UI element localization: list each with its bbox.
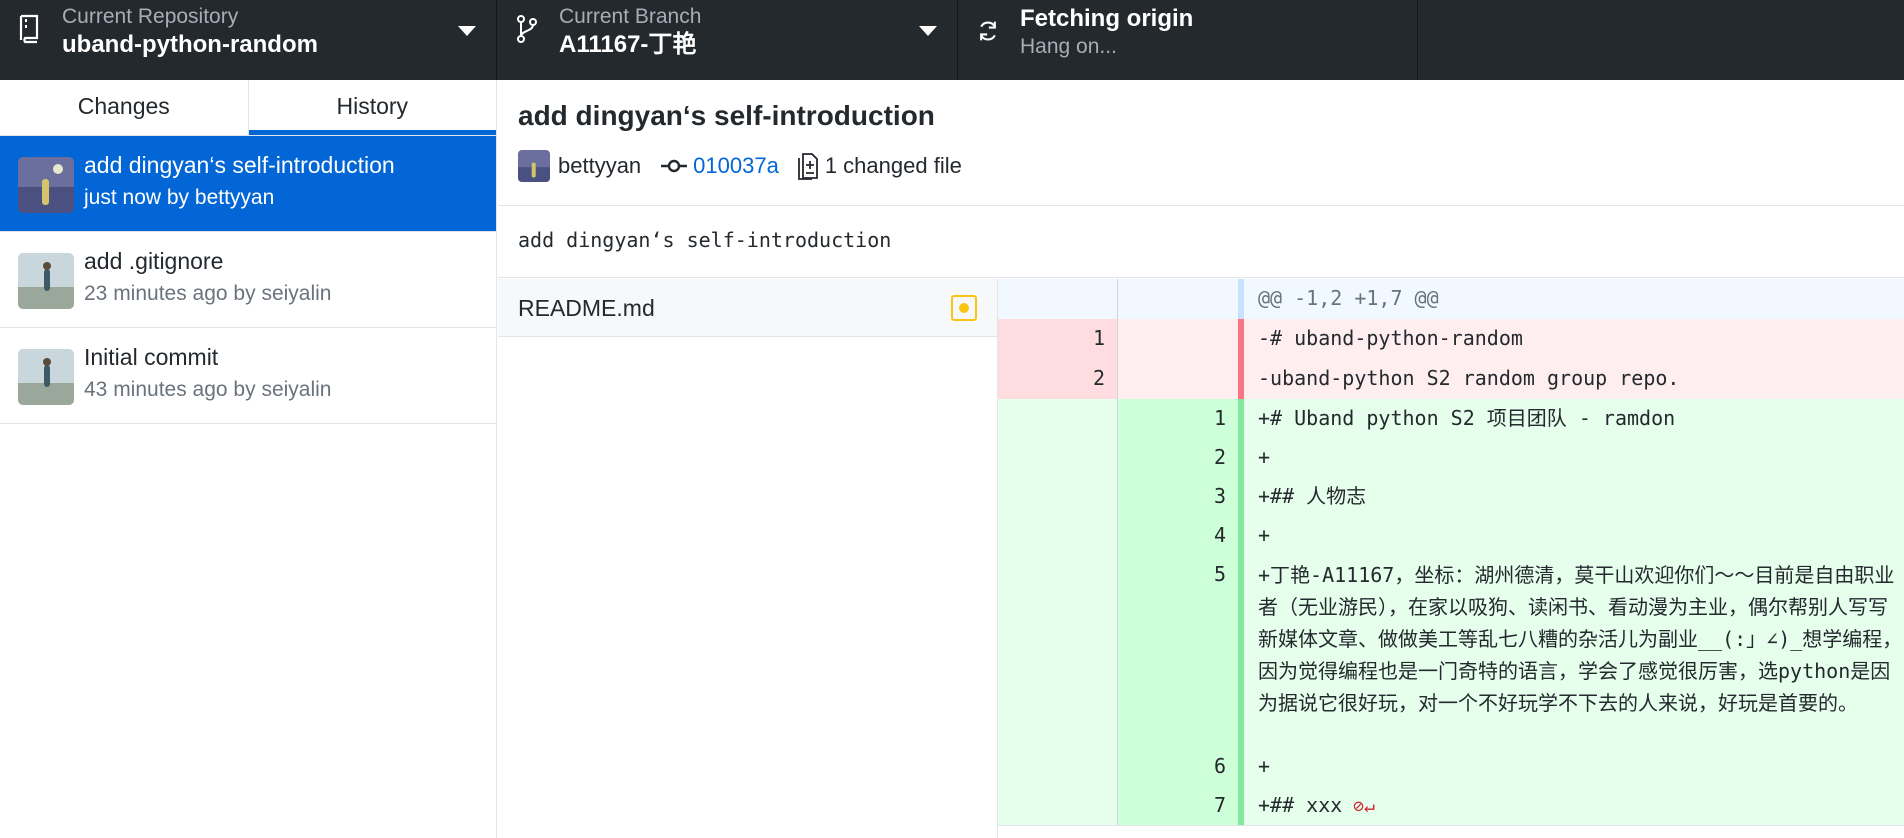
- diff-added-line: 2 +: [998, 438, 1904, 477]
- commit-meta: 23 minutes ago by seiyalin: [84, 282, 332, 305]
- commit-metadata: bettyyan 010037a 1 changed file: [518, 150, 962, 182]
- new-line-number: 3: [1118, 477, 1238, 516]
- file-list-item[interactable]: README.md: [498, 279, 997, 337]
- old-line-number: [998, 399, 1118, 438]
- line-text: +: [1238, 747, 1904, 786]
- old-line-number: [998, 555, 1118, 747]
- diff-added-line: 7 +## xxx ⊘↵: [998, 786, 1904, 825]
- diff-added-line: 5 +丁艳-A11167，坐标：湖州德清，莫干山欢迎你们～～目前是自由职业者（无…: [998, 555, 1904, 747]
- no-newline-icon: ⊘↵: [1342, 796, 1375, 817]
- commit-sha-link[interactable]: 010037a: [693, 151, 779, 181]
- modified-icon: [951, 295, 977, 321]
- old-line-number: 2: [998, 359, 1118, 399]
- old-line-number: 1: [998, 319, 1118, 359]
- file-diff-icon: [797, 153, 818, 180]
- diff-deleted-line: 1 -# uband-python-random: [998, 319, 1904, 359]
- old-line-number: [998, 438, 1118, 477]
- line-text: +丁艳-A11167，坐标：湖州德清，莫干山欢迎你们～～目前是自由职业者（无业游…: [1238, 555, 1904, 747]
- commit-title: add dingyan‘s self-introduction: [84, 152, 395, 178]
- line-text: +## xxx: [1258, 793, 1343, 817]
- commit-details-panel: add dingyan‘s self-introduction bettyyan…: [498, 80, 1904, 838]
- old-line-number: [998, 477, 1118, 516]
- commit-list-item[interactable]: add dingyan‘s self-introduction just now…: [0, 136, 496, 232]
- old-line-number: [998, 786, 1118, 825]
- new-line-number: 6: [1118, 747, 1238, 786]
- diff-view: @@ -1,2 +1,7 @@ 1 -# uband-python-random…: [998, 279, 1904, 838]
- commit-description: add dingyan‘s self-introduction: [498, 206, 1904, 278]
- commit-list-item[interactable]: Initial commit 43 minutes ago by seiyali…: [0, 328, 496, 424]
- file-name: README.md: [518, 295, 655, 321]
- new-line-number: 5: [1118, 555, 1238, 747]
- branch-name: A11167-丁艳: [559, 31, 697, 58]
- commit-icon: [661, 159, 688, 173]
- sidebar: Changes History add dingyan‘s self-intro…: [0, 80, 497, 838]
- app-toolbar: Current Repository uband-python-random C…: [0, 0, 1904, 80]
- avatar: [18, 157, 74, 213]
- tab-history[interactable]: History: [248, 80, 496, 135]
- new-line-number: 2: [1118, 438, 1238, 477]
- new-line-number: [1118, 359, 1238, 399]
- repository-selector[interactable]: Current Repository uband-python-random: [0, 0, 497, 80]
- fetch-title: Fetching origin: [1020, 5, 1194, 32]
- fetch-origin-button[interactable]: Fetching origin Hang on...: [958, 0, 1418, 80]
- line-text: +## 人物志: [1238, 477, 1904, 516]
- commit-title: Initial commit: [84, 344, 219, 370]
- diff-deleted-line: 2 -uband-python S2 random group repo.: [998, 359, 1904, 399]
- fetch-text: Fetching origin Hang on...: [1020, 4, 1193, 60]
- new-line-number: 1: [1118, 399, 1238, 438]
- line-text: +# Uband python S2 项目团队 - ramdon: [1238, 399, 1904, 438]
- line-text: -# uband-python-random: [1238, 319, 1904, 359]
- repository-description: Current Repository: [62, 5, 239, 28]
- line-text: +: [1238, 516, 1904, 555]
- chevron-down-icon: [919, 26, 937, 36]
- hunk-text: @@ -1,2 +1,7 @@: [1238, 279, 1904, 319]
- commit-summary: add dingyan‘s self-introduction: [518, 100, 935, 131]
- avatar: [18, 253, 74, 309]
- new-line-number: [1118, 319, 1238, 359]
- commit-body: add dingyan‘s self-introduction: [518, 228, 892, 252]
- new-line-number: [1118, 279, 1238, 319]
- old-line-number: [998, 747, 1118, 786]
- branch-text: Current Branch A11167-丁艳: [559, 4, 701, 60]
- commit-meta: 43 minutes ago by seiyalin: [84, 378, 332, 401]
- diff-added-line: 4 +: [998, 516, 1904, 555]
- branch-description: Current Branch: [559, 5, 702, 28]
- avatar: [18, 349, 74, 405]
- line-with-eol-marker: +## xxx ⊘↵: [1238, 786, 1904, 825]
- sync-icon: [980, 21, 996, 41]
- branch-selector[interactable]: Current Branch A11167-丁艳: [497, 0, 958, 80]
- repo-icon: [19, 14, 39, 44]
- repository-name: uband-python-random: [62, 31, 318, 58]
- author-avatar: [518, 150, 550, 182]
- line-text: -uband-python S2 random group repo.: [1238, 359, 1904, 399]
- commit-meta: just now by bettyyan: [84, 186, 275, 209]
- new-line-number: 7: [1118, 786, 1238, 825]
- diff-footer: [998, 825, 1904, 833]
- diff-added-line: 6 +: [998, 747, 1904, 786]
- tab-changes[interactable]: Changes: [0, 80, 249, 135]
- commit-list-item[interactable]: add .gitignore 23 minutes ago by seiyali…: [0, 232, 496, 328]
- commit-title: add .gitignore: [84, 248, 224, 274]
- commit-header: add dingyan‘s self-introduction bettyyan…: [498, 80, 1904, 206]
- new-line-number: 4: [1118, 516, 1238, 555]
- chevron-down-icon: [458, 26, 476, 36]
- diff-hunk-header: @@ -1,2 +1,7 @@: [998, 279, 1904, 319]
- fetch-description: Hang on...: [1020, 35, 1117, 58]
- line-text: +: [1238, 438, 1904, 477]
- sidebar-tabs: Changes History: [0, 80, 496, 136]
- branch-icon: [517, 15, 537, 43]
- diff-added-line: 1 +# Uband python S2 项目团队 - ramdon: [998, 399, 1904, 438]
- changed-files-list: README.md: [498, 279, 998, 838]
- changed-files-count: 1 changed file: [824, 153, 962, 178]
- diff-added-line: 3 +## 人物志: [998, 477, 1904, 516]
- repository-text: Current Repository uband-python-random: [62, 4, 318, 60]
- old-line-number: [998, 279, 1118, 319]
- old-line-number: [998, 516, 1118, 555]
- commit-author: bettyyan: [558, 153, 642, 178]
